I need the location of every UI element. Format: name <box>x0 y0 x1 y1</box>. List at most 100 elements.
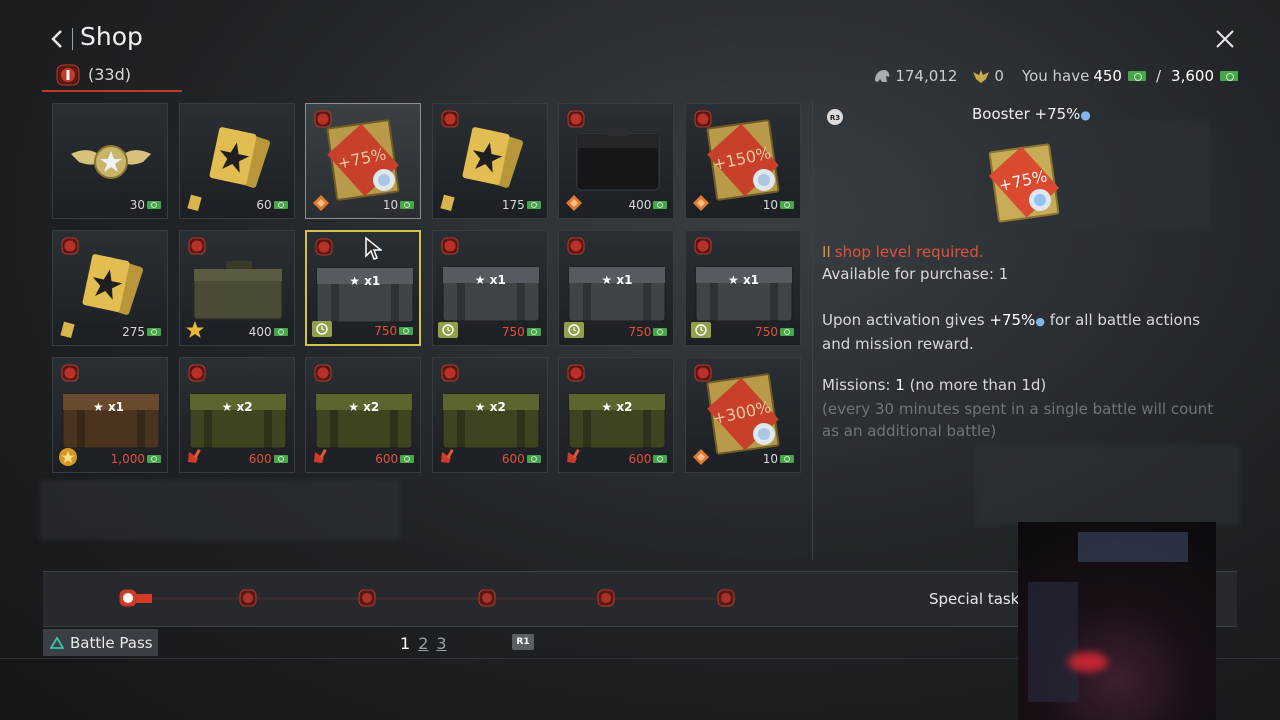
close-button[interactable] <box>1212 26 1238 52</box>
back-button[interactable] <box>46 26 68 52</box>
price-value: 750 <box>755 325 778 339</box>
stage-marker-V[interactable] <box>597 589 615 607</box>
stage-marker-I[interactable] <box>119 589 137 607</box>
rank-badge-icon <box>694 364 712 382</box>
item-price: 600 <box>249 452 288 466</box>
price-value: 10 <box>762 198 778 212</box>
coupon-icon <box>147 328 161 336</box>
shop-item-wings-emblem[interactable]: 30 <box>52 103 168 219</box>
price-value: 400 <box>248 325 272 339</box>
battle-pass-label: Battle Pass <box>70 633 153 652</box>
item-price: 400 <box>249 325 288 339</box>
price-value: 10 <box>762 452 778 466</box>
price-value: 600 <box>375 452 399 466</box>
lightbulb-icon: ● <box>1080 108 1091 122</box>
coupon-icon <box>147 455 161 463</box>
item-quantity: ★ x2 <box>221 400 253 414</box>
diamond-icon <box>313 195 330 211</box>
detail-title-text: Booster +75% <box>972 105 1081 123</box>
desc-prefix: Upon activation gives <box>822 311 985 329</box>
rank-badge-icon <box>441 364 459 382</box>
item-price: 1,000 <box>111 452 161 466</box>
item-quantity: ★ x1 <box>474 273 506 287</box>
coupon-icon <box>653 455 668 463</box>
coupon-icon <box>526 201 541 209</box>
stage-marker-VI[interactable] <box>717 589 735 607</box>
page-3[interactable]: 3 <box>436 634 446 653</box>
shop-item-black-crate[interactable]: 400 <box>558 103 675 219</box>
shop-item-booster[interactable]: +150% 10 <box>685 103 801 219</box>
shop-item-green-crate[interactable]: ★ x2 600 <box>178 357 295 473</box>
item-price: 750 <box>628 325 668 339</box>
stage-marker-II[interactable] <box>239 589 257 607</box>
price-value: 275 <box>122 325 145 339</box>
shop-item-grey-crate[interactable]: ★ x1 750 <box>558 230 675 346</box>
shop-item-green-crate[interactable]: ★ x2 600 <box>305 357 422 473</box>
eagle-icon <box>973 70 990 83</box>
flare-icon <box>187 449 201 463</box>
shop-item-booster[interactable]: +75% 10 <box>305 103 422 219</box>
coupon-icon <box>526 328 541 336</box>
shop-item-gold-star-cards[interactable]: 60 <box>178 103 295 219</box>
rank-badge-icon <box>188 237 206 255</box>
shop-item-grey-crate[interactable]: ★ x1 750 <box>685 230 801 346</box>
price-value: 1,000 <box>110 452 145 466</box>
currency-bar: 174,012 0 You have 450 / 3,600 <box>872 64 1238 88</box>
shop-item-brown-crate[interactable]: ★ x1 1,000 <box>52 357 168 473</box>
stage-marker-III[interactable] <box>358 589 376 607</box>
description: Upon activation gives +75%● for all batt… <box>822 309 1222 355</box>
chevron-left-icon <box>51 30 62 48</box>
item-price: 400 <box>628 198 668 212</box>
eagles-value: 0 <box>994 67 1004 85</box>
r1-button-icon[interactable]: R1 <box>512 634 534 650</box>
desc-value: +75% <box>989 311 1036 329</box>
price-value: 60 <box>256 198 272 212</box>
star-icon <box>185 321 204 338</box>
item-price: 750 <box>755 325 794 339</box>
shop-item-green-crate[interactable]: ★ x2 600 <box>431 357 548 473</box>
lightbulb-icon: ● <box>1035 315 1045 328</box>
page-title: Shop <box>80 22 143 51</box>
tab-underline <box>42 90 182 92</box>
progress-track <box>128 597 728 600</box>
missions-note: (every 30 minutes spent in a single batt… <box>822 400 1214 440</box>
rank-badge-icon <box>567 364 585 382</box>
you-have-label: You have <box>1021 67 1090 85</box>
gold-star-coin-icon <box>59 448 77 466</box>
special-task-label: Special task <box>929 590 1020 608</box>
shop-item-green-crate[interactable]: ★ x2 600 <box>558 357 675 473</box>
you-have-value: 450 <box>1093 67 1122 85</box>
level-badge-icon <box>56 64 80 86</box>
shop-item-olive-toolbox[interactable]: 400 <box>178 230 295 346</box>
price-value: 175 <box>501 198 525 212</box>
item-price: 600 <box>375 452 415 466</box>
flare-icon <box>567 449 581 463</box>
shop-item-grey-crate[interactable]: ★ x1 750 <box>431 230 548 346</box>
coupon-icon <box>273 328 288 336</box>
coupon-icon <box>1127 71 1146 81</box>
battle-pass-button[interactable]: Battle Pass <box>43 629 158 656</box>
pagination: 1 2 3 <box>400 634 447 653</box>
silver-value: 174,012 <box>895 67 958 85</box>
missions-label: Missions: <box>822 376 891 394</box>
total-value: 3,600 <box>1171 67 1214 85</box>
item-quantity: ★ x2 <box>474 400 506 414</box>
required-rank: II <box>822 243 831 261</box>
clock-icon <box>312 321 333 337</box>
shop-item-booster[interactable]: +300% 10 <box>685 357 801 473</box>
r3-button-icon[interactable]: R3 <box>826 108 844 126</box>
rank-badge-icon <box>315 238 333 256</box>
page-2[interactable]: 2 <box>418 634 428 653</box>
diamond-icon <box>566 195 583 211</box>
coupon-icon <box>780 201 794 209</box>
clock-icon <box>564 322 585 338</box>
item-quantity: ★ x1 <box>728 273 760 287</box>
item-price: 10 <box>763 198 794 212</box>
item-quantity: ★ x2 <box>348 400 380 414</box>
item-price: 600 <box>502 452 541 466</box>
stage-marker-IV[interactable] <box>478 589 496 607</box>
shop-item-gold-star-cards[interactable]: 175 <box>431 103 548 219</box>
page-1[interactable]: 1 <box>400 634 410 653</box>
shop-item-gold-star-cards[interactable]: 275 <box>52 230 168 346</box>
coupon-icon <box>400 455 415 463</box>
